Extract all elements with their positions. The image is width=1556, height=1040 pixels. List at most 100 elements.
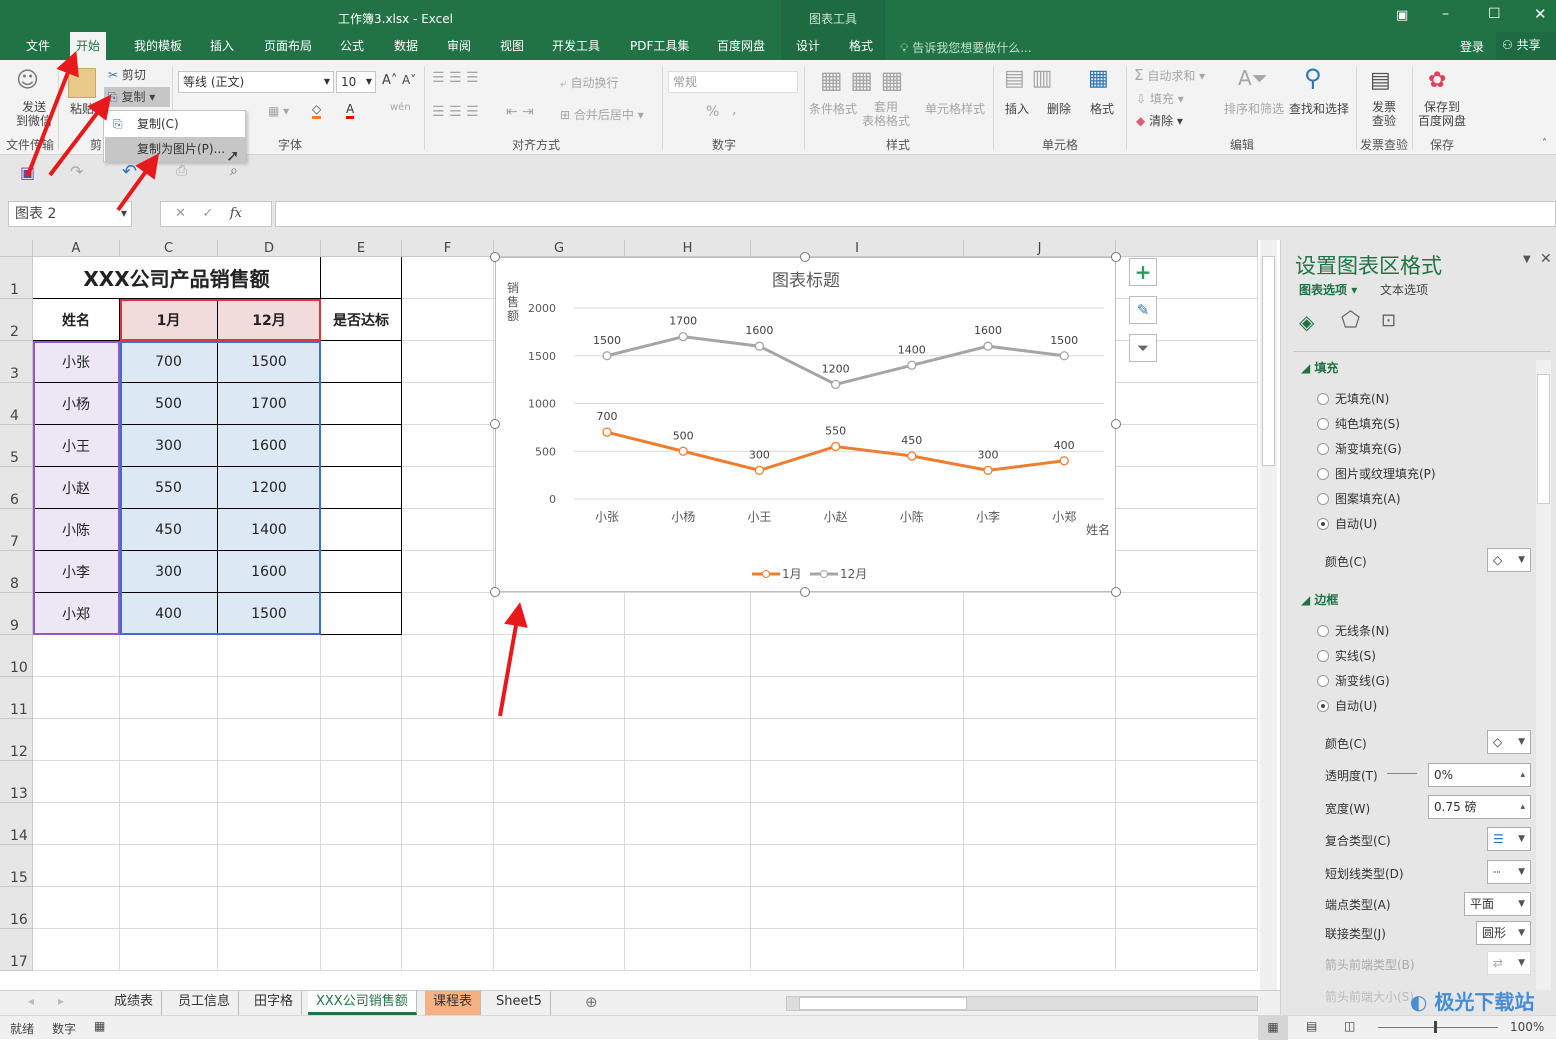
menu-item-copy-as-picture[interactable]: 复制为图片(P)... xyxy=(105,137,245,161)
cell[interactable] xyxy=(321,929,402,971)
border-color-picker[interactable]: ◇ ▼ xyxy=(1487,730,1531,754)
cell[interactable]: 1200 xyxy=(218,467,321,509)
header-cell[interactable]: 是否达标 xyxy=(321,299,402,341)
resize-handle[interactable] xyxy=(490,252,500,262)
fill-line-icon[interactable]: ◈ xyxy=(1299,310,1314,334)
cell[interactable] xyxy=(964,635,1116,677)
macro-record-icon[interactable]: ▦ xyxy=(94,1019,105,1033)
cell[interactable] xyxy=(402,761,494,803)
border-section-header[interactable]: ◢ 边框 xyxy=(1301,591,1338,608)
cell[interactable] xyxy=(33,761,120,803)
cell[interactable] xyxy=(964,929,1116,971)
tab-12[interactable]: 设计 xyxy=(790,32,826,60)
name-box[interactable]: 图表 2 ▼ xyxy=(8,201,132,227)
row-header[interactable]: 17 xyxy=(0,929,33,971)
cell[interactable] xyxy=(964,719,1116,761)
comma-button[interactable]: , xyxy=(732,102,736,118)
fx-button[interactable]: fx xyxy=(230,206,242,221)
tab-13[interactable]: 格式 xyxy=(843,32,879,60)
cell[interactable] xyxy=(120,719,218,761)
cell[interactable] xyxy=(1116,425,1258,467)
fill-color-picker[interactable]: ◇ ▼ xyxy=(1487,548,1531,572)
cell[interactable]: 1600 xyxy=(218,551,321,593)
send-wechat-button[interactable]: 发送 到微信 xyxy=(16,100,52,128)
merge-center-button[interactable]: ⊞ 合并后居中 ▾ xyxy=(560,106,644,123)
cell[interactable] xyxy=(494,593,625,635)
cell[interactable] xyxy=(120,761,218,803)
tab-3[interactable]: 插入 xyxy=(204,32,240,60)
conditional-format-button[interactable]: 条件格式 xyxy=(809,100,857,117)
cell[interactable] xyxy=(751,635,964,677)
cell[interactable] xyxy=(120,635,218,677)
cell[interactable] xyxy=(120,677,218,719)
header-cell[interactable]: 姓名 xyxy=(33,299,120,341)
cell[interactable]: 1700 xyxy=(218,383,321,425)
row-header[interactable]: 15 xyxy=(0,845,33,887)
cell[interactable] xyxy=(964,845,1116,887)
tab-11[interactable]: 百度网盘 xyxy=(711,32,771,60)
tab-9[interactable]: 开发工具 xyxy=(546,32,606,60)
cell[interactable] xyxy=(218,761,321,803)
row-header[interactable]: 8 xyxy=(0,551,33,593)
cell[interactable] xyxy=(625,803,751,845)
fill-section-header[interactable]: ◢ 填充 xyxy=(1301,359,1338,376)
cell[interactable] xyxy=(625,635,751,677)
cell[interactable] xyxy=(33,677,120,719)
save-baidu-button[interactable]: 保存到 百度网盘 xyxy=(1418,100,1466,128)
cell[interactable] xyxy=(321,593,402,635)
cell[interactable] xyxy=(625,761,751,803)
cell[interactable]: 400 xyxy=(120,593,218,635)
cell[interactable] xyxy=(120,845,218,887)
cell[interactable] xyxy=(33,635,120,677)
radio-option[interactable]: 渐变线(G) xyxy=(1317,672,1390,689)
cap-type-select[interactable]: 平面 ▼ xyxy=(1464,892,1531,916)
radio-option[interactable]: 渐变填充(G) xyxy=(1317,440,1402,457)
cell[interactable] xyxy=(218,929,321,971)
radio-option[interactable]: 自动(U) xyxy=(1317,697,1377,714)
tab-0[interactable]: 文件 xyxy=(20,32,56,60)
cell[interactable] xyxy=(321,257,402,299)
cell[interactable]: 小郑 xyxy=(33,593,120,635)
cell[interactable] xyxy=(402,257,494,299)
cell[interactable] xyxy=(33,887,120,929)
tab-2[interactable]: 我的模板 xyxy=(128,32,188,60)
cell[interactable] xyxy=(321,383,402,425)
cell-style-button[interactable]: 单元格样式 xyxy=(925,100,985,117)
column-header[interactable]: E xyxy=(321,240,402,257)
cell[interactable] xyxy=(625,593,751,635)
cell[interactable] xyxy=(402,383,494,425)
cell[interactable] xyxy=(1116,719,1258,761)
cell[interactable] xyxy=(321,341,402,383)
effects-pentagon-icon[interactable]: ⬠ xyxy=(1341,308,1360,333)
radio-option[interactable]: 实线(S) xyxy=(1317,647,1376,664)
tab-chart-options[interactable]: 图表选项 ▾ xyxy=(1299,281,1357,298)
page-layout-view-button[interactable]: ▤ xyxy=(1306,1019,1317,1033)
tell-me-search[interactable]: 💡︎ 告诉我您想要做什么... xyxy=(900,39,1032,56)
cell[interactable] xyxy=(402,635,494,677)
tab-scroll-right-icon[interactable]: ▸ xyxy=(58,994,64,1008)
cell[interactable] xyxy=(625,719,751,761)
cell[interactable] xyxy=(751,845,964,887)
cell[interactable] xyxy=(402,467,494,509)
scroll-thumb[interactable] xyxy=(1262,256,1275,466)
cell[interactable]: 小张 xyxy=(33,341,120,383)
cell[interactable] xyxy=(321,467,402,509)
cell[interactable] xyxy=(321,845,402,887)
cell[interactable] xyxy=(1116,677,1258,719)
cell[interactable]: 700 xyxy=(120,341,218,383)
cell[interactable]: 小赵 xyxy=(33,467,120,509)
row-header[interactable]: 5 xyxy=(0,425,33,467)
column-header[interactable]: H xyxy=(625,240,751,257)
row-header[interactable]: 12 xyxy=(0,719,33,761)
vertical-scrollbar[interactable] xyxy=(1260,240,1277,990)
cell[interactable] xyxy=(402,509,494,551)
cell[interactable]: 小李 xyxy=(33,551,120,593)
pane-options-icon[interactable]: ▼ xyxy=(1523,254,1531,265)
cell[interactable] xyxy=(218,845,321,887)
cell[interactable] xyxy=(625,887,751,929)
delete-cells-button[interactable]: 删除 xyxy=(1047,100,1071,117)
find-select-button[interactable]: 查找和选择 xyxy=(1289,100,1349,117)
redo-icon[interactable]: ↷ xyxy=(70,162,83,181)
cell[interactable] xyxy=(1116,635,1258,677)
collapse-ribbon-icon[interactable]: ˄ xyxy=(1542,138,1547,149)
